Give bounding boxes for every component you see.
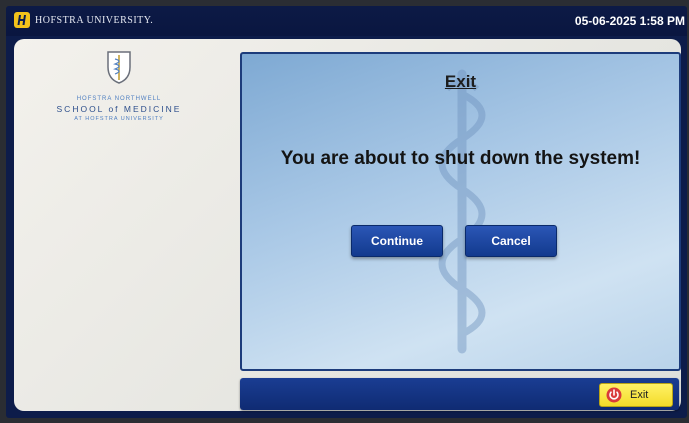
school-crest-icon xyxy=(105,49,133,90)
content-area: HOFSTRA NORTHWELL SCHOOL of MEDICINE AT … xyxy=(14,39,681,411)
brand: HOFSTRA UNIVERSITY. xyxy=(14,12,153,28)
top-bar: HOFSTRA UNIVERSITY. 05-06-2025 1:58 PM xyxy=(6,6,687,36)
caduceus-watermark-icon xyxy=(407,64,517,364)
school-name-line3: AT HOFSTRA UNIVERSITY xyxy=(74,116,164,122)
school-name-line2: SCHOOL of MEDICINE xyxy=(56,104,182,114)
continue-button[interactable]: Continue xyxy=(351,225,443,257)
brand-name: HOFSTRA UNIVERSITY. xyxy=(35,14,154,26)
cancel-button[interactable]: Cancel xyxy=(465,225,557,257)
dialog-message: You are about to shut down the system! xyxy=(280,148,641,169)
kiosk-screen: HOFSTRA UNIVERSITY. 05-06-2025 1:58 PM H… xyxy=(6,6,687,418)
exit-button[interactable]: Exit xyxy=(599,383,673,407)
school-logo: HOFSTRA NORTHWELL SCHOOL of MEDICINE AT … xyxy=(14,49,224,122)
dialog-title: Exit xyxy=(444,72,477,91)
power-icon xyxy=(606,387,622,403)
exit-button-label: Exit xyxy=(630,389,649,401)
bottom-bar: Exit xyxy=(240,378,679,410)
school-name-line1: HOFSTRA NORTHWELL xyxy=(76,96,162,102)
exit-dialog: Exit You are about to shut down the syst… xyxy=(240,52,681,371)
date-time: 05-06-2025 1:58 PM xyxy=(574,14,685,28)
hofstra-logo-icon xyxy=(14,12,30,28)
